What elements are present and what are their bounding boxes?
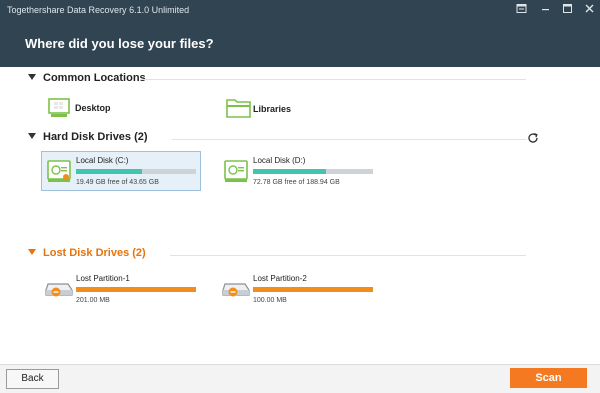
section-lost-disk-drives[interactable]: Lost Disk Drives (2) bbox=[28, 247, 146, 259]
location-libraries[interactable]: Libraries bbox=[224, 96, 314, 122]
drive-usage-fill bbox=[253, 169, 327, 174]
divider bbox=[170, 255, 526, 256]
section-title: Hard Disk Drives (2) bbox=[43, 131, 148, 143]
section-title: Common Locations bbox=[43, 72, 146, 84]
location-label: Libraries bbox=[253, 104, 292, 114]
lost-drive-icon bbox=[44, 276, 74, 303]
drive-local-disk-c[interactable]: Local Disk (C:) 19.49 GB free of 43.65 G… bbox=[41, 151, 201, 191]
drive-size: 19.49 GB free of 43.65 GB bbox=[76, 179, 159, 186]
drive-size: 100.00 MB bbox=[253, 297, 287, 304]
footer-bar: Back Scan bbox=[0, 364, 600, 393]
divider bbox=[140, 79, 526, 80]
main-panel: Common Locations Desktop Libraries Hard … bbox=[0, 67, 600, 364]
drive-name: Local Disk (C:) bbox=[76, 156, 129, 165]
drive-usage-fill bbox=[76, 169, 142, 174]
drive-size: 201.00 MB bbox=[76, 297, 110, 304]
location-desktop[interactable]: Desktop bbox=[46, 96, 136, 122]
title-bar: Togethershare Data Recovery 6.1.0 Unlimi… bbox=[0, 0, 600, 22]
drive-size: 72.78 GB free of 188.94 GB bbox=[253, 179, 340, 186]
drive-name: Lost Partition-1 bbox=[76, 274, 130, 283]
app-title: Togethershare Data Recovery 6.1.0 Unlimi… bbox=[7, 5, 190, 15]
section-title: Lost Disk Drives (2) bbox=[43, 247, 146, 259]
hard-drive-icon bbox=[46, 158, 72, 187]
page-title: Where did you lose your files? bbox=[25, 36, 214, 51]
scan-button[interactable]: Scan bbox=[510, 368, 587, 388]
drive-usage-fill bbox=[253, 287, 373, 292]
maximize-icon[interactable] bbox=[560, 3, 575, 18]
drive-name: Lost Partition-2 bbox=[253, 274, 307, 283]
header-banner: Where did you lose your files? bbox=[0, 22, 600, 67]
hard-drive-icon bbox=[223, 158, 249, 187]
drive-name: Local Disk (D:) bbox=[253, 156, 306, 165]
collapse-triangle-icon[interactable] bbox=[28, 133, 36, 139]
collapse-triangle-icon[interactable] bbox=[28, 74, 36, 80]
settings-icon[interactable] bbox=[514, 3, 529, 18]
drive-usage-bar bbox=[253, 169, 373, 174]
minimize-icon[interactable] bbox=[538, 3, 553, 18]
drive-lost-partition-2[interactable]: Lost Partition-2 100.00 MB bbox=[219, 270, 377, 308]
collapse-triangle-icon[interactable] bbox=[28, 249, 36, 255]
refresh-icon[interactable] bbox=[527, 132, 539, 147]
drive-usage-bar bbox=[76, 169, 196, 174]
close-icon[interactable] bbox=[582, 3, 597, 18]
back-button[interactable]: Back bbox=[6, 369, 59, 389]
drive-usage-bar bbox=[76, 287, 196, 292]
drive-local-disk-d[interactable]: Local Disk (D:) 72.78 GB free of 188.94 … bbox=[219, 152, 377, 190]
location-label: Desktop bbox=[75, 103, 111, 113]
lost-drive-icon bbox=[221, 276, 251, 303]
divider bbox=[172, 139, 526, 140]
desktop-icon bbox=[48, 98, 70, 121]
drive-usage-fill bbox=[76, 287, 196, 292]
section-hard-disk-drives[interactable]: Hard Disk Drives (2) bbox=[28, 131, 148, 143]
drive-lost-partition-1[interactable]: Lost Partition-1 201.00 MB bbox=[42, 270, 200, 308]
drive-usage-bar bbox=[253, 287, 373, 292]
folder-icon bbox=[226, 97, 252, 122]
section-common-locations[interactable]: Common Locations bbox=[28, 72, 146, 84]
